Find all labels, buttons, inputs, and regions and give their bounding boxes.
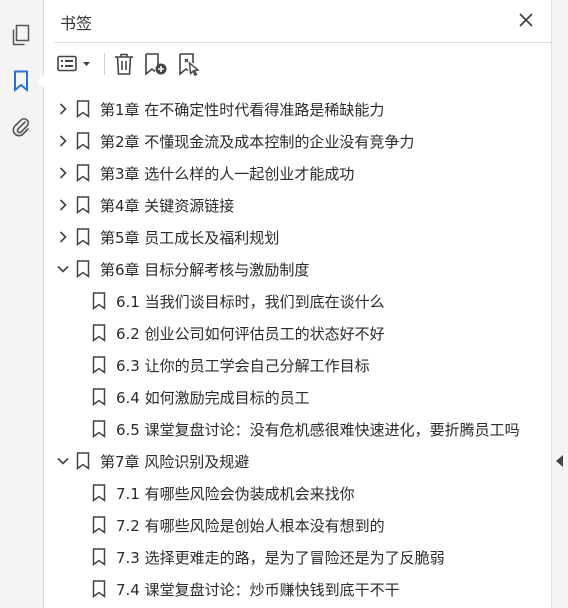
bookmark-icon (92, 292, 106, 310)
bookmark-label: 7.1 有哪些风险会伪装成机会来找你 (116, 485, 355, 503)
header-divider (54, 42, 552, 43)
chevron-right-icon[interactable] (56, 230, 70, 244)
bookmark-label: 6.3 让你的员工学会自己分解工作目标 (116, 357, 370, 375)
bookmark-icon (92, 420, 106, 438)
options-menu-button[interactable] (56, 50, 94, 78)
delete-bookmark-button[interactable] (113, 50, 135, 78)
bookmark-row[interactable]: 第6章 目标分解考核与激励制度 (44, 253, 552, 285)
bookmark-label: 7.4 课堂复盘讨论：炒币赚快钱到底干不干 (116, 581, 400, 599)
bookmark-icon (92, 580, 106, 598)
chevron-down-icon[interactable] (56, 454, 70, 468)
new-bookmark-button[interactable] (143, 50, 169, 78)
right-edge-strip (551, 0, 568, 608)
bookmark-row[interactable]: 7.2 有哪些风险是创始人根本没有想到的 (44, 509, 552, 541)
bookmark-label: 6.1 当我们谈目标时，我们到底在谈什么 (116, 293, 385, 311)
bookmark-label: 6.4 如何激励完成目标的员工 (116, 389, 310, 407)
toolbar-divider (104, 53, 105, 75)
bookmark-row[interactable]: 第1章 在不确定性时代看得准路是稀缺能力 (44, 93, 552, 125)
bookmark-label: 第5章 员工成长及福利规划 (100, 229, 280, 247)
bookmark-row[interactable]: 第4章 关键资源链接 (44, 189, 552, 221)
bookmark-label: 7.2 有哪些风险是创始人根本没有想到的 (116, 517, 385, 535)
bookmark-icon (92, 516, 106, 534)
left-rail (0, 0, 44, 608)
close-icon[interactable] (516, 10, 536, 30)
collapse-panel-icon[interactable] (556, 452, 564, 471)
chevron-right-icon[interactable] (56, 134, 70, 148)
bookmark-icon (76, 164, 90, 182)
bookmark-label: 第2章 不懂现金流及成本控制的企业没有竞争力 (100, 133, 415, 151)
bookmark-label: 第6章 目标分解考核与激励制度 (100, 261, 310, 279)
bookmark-icon (76, 260, 90, 278)
bookmark-icon (92, 484, 106, 502)
bookmark-tree: 第1章 在不确定性时代看得准路是稀缺能力第2章 不懂现金流及成本控制的企业没有竞… (44, 93, 552, 605)
bookmark-icon (92, 388, 106, 406)
bookmark-row[interactable]: 6.4 如何激励完成目标的员工 (44, 381, 552, 413)
chevron-right-icon[interactable] (56, 102, 70, 116)
bookmark-icon (76, 196, 90, 214)
bookmark-row[interactable]: 第2章 不懂现金流及成本控制的企业没有竞争力 (44, 125, 552, 157)
chevron-down-icon[interactable] (56, 262, 70, 276)
bookmark-row[interactable]: 7.3 选择更难走的路，是为了冒险还是为了反脆弱 (44, 541, 552, 573)
bookmark-icon (76, 132, 90, 150)
pages-icon[interactable] (8, 22, 34, 48)
bookmark-toolbar (56, 50, 211, 78)
bookmark-icon (76, 100, 90, 118)
bookmark-row[interactable]: 第7章 风险识别及规避 (44, 445, 552, 477)
bookmark-row[interactable]: 第3章 选什么样的人一起创业才能成功 (44, 157, 552, 189)
bookmark-label: 7.3 选择更难走的路，是为了冒险还是为了反脆弱 (116, 549, 445, 567)
bookmark-label: 6.5 课堂复盘讨论：没有危机感很难快速进化，要折腾员工吗 (116, 421, 520, 439)
bookmark-icon (92, 548, 106, 566)
bookmark-row[interactable]: 6.1 当我们谈目标时，我们到底在谈什么 (44, 285, 552, 317)
bookmark-row[interactable]: 7.1 有哪些风险会伪装成机会来找你 (44, 477, 552, 509)
bookmark-label: 第1章 在不确定性时代看得准路是稀缺能力 (100, 101, 385, 119)
attachment-icon[interactable] (8, 114, 34, 140)
bookmark-label: 第3章 选什么样的人一起创业才能成功 (100, 165, 355, 183)
bookmark-icon (76, 228, 90, 246)
bookmark-from-selection-button[interactable] (177, 50, 203, 78)
bookmark-row[interactable]: 6.5 课堂复盘讨论：没有危机感很难快速进化，要折腾员工吗 (44, 413, 552, 445)
bookmark-label: 6.2 创业公司如何评估员工的状态好不好 (116, 325, 385, 343)
bookmarks-icon[interactable] (8, 68, 44, 94)
panel-title: 书签 (60, 14, 93, 33)
bookmark-row[interactable]: 6.3 让你的员工学会自己分解工作目标 (44, 349, 552, 381)
bookmark-icon (92, 356, 106, 374)
bookmark-label: 第4章 关键资源链接 (100, 197, 235, 215)
bookmark-icon (92, 324, 106, 342)
chevron-right-icon[interactable] (56, 198, 70, 212)
bookmark-row[interactable]: 6.2 创业公司如何评估员工的状态好不好 (44, 317, 552, 349)
bookmark-icon (76, 452, 90, 470)
bookmark-row[interactable]: 第5章 员工成长及福利规划 (44, 221, 552, 253)
chevron-right-icon[interactable] (56, 166, 70, 180)
bookmarks-panel: 书签 第1章 在不确定性时代看得准路是稀缺能力 第2章 不懂现金流及成本控制的企… (44, 0, 552, 608)
bookmark-label: 第7章 风险识别及规避 (100, 453, 250, 471)
bookmark-row[interactable]: 7.4 课堂复盘讨论：炒币赚快钱到底干不干 (44, 573, 552, 605)
